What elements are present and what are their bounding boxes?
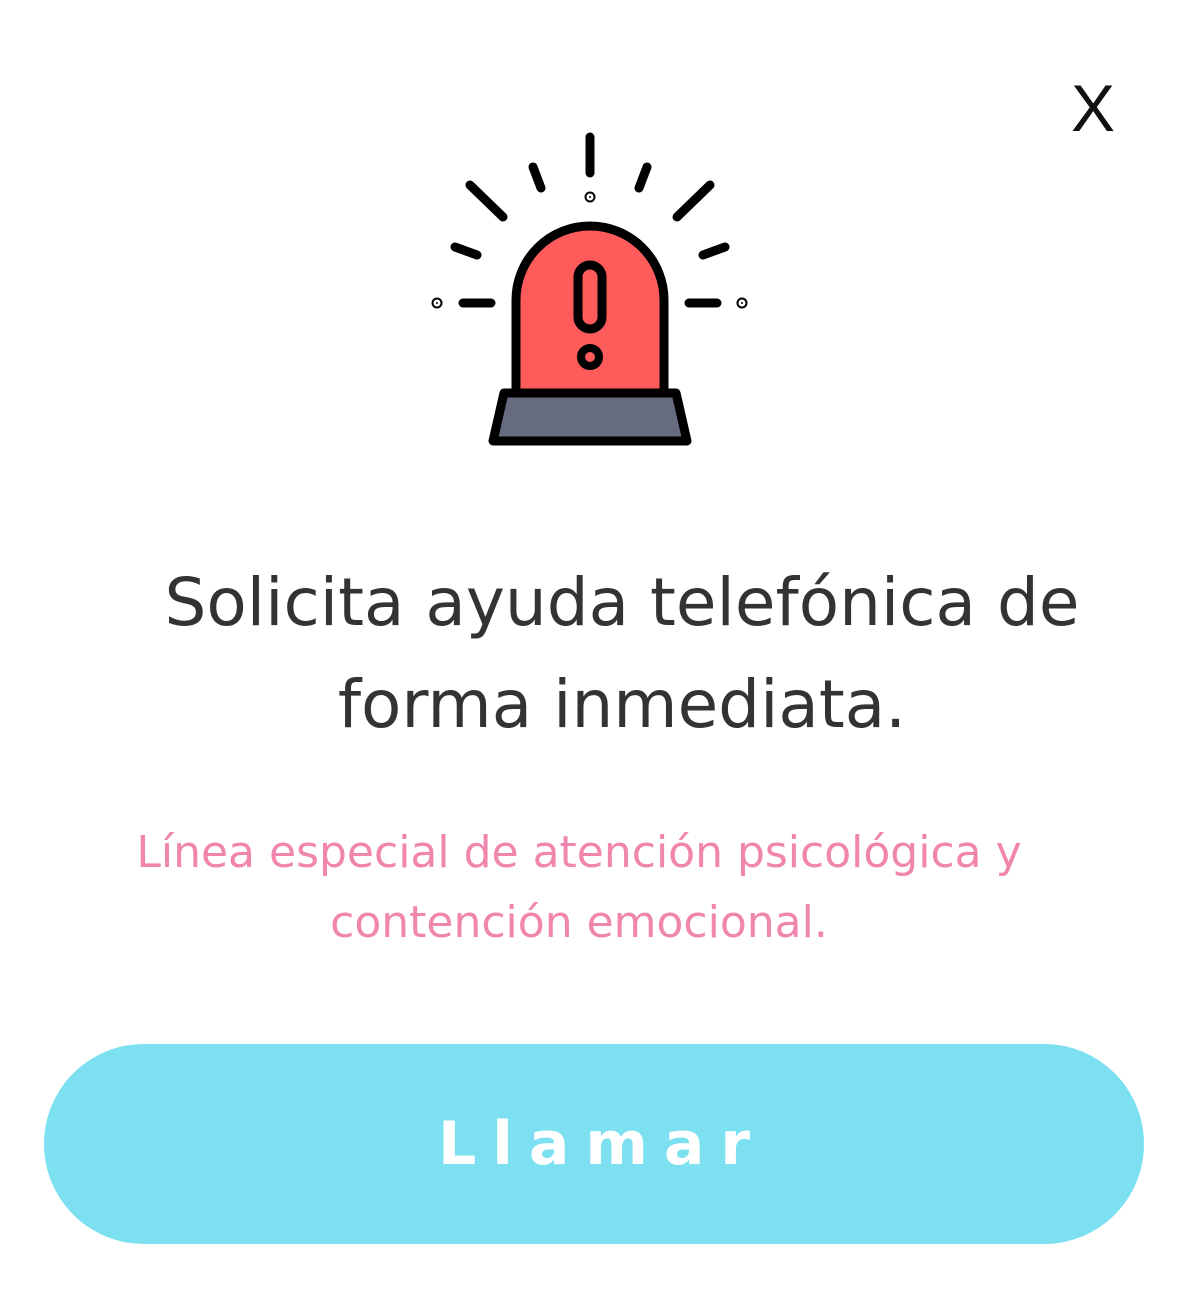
close-button[interactable]: X: [1062, 70, 1124, 146]
emergency-help-dialog: X Solicita ayuda telefónica de forma inm…: [0, 0, 1184, 1308]
alarm-siren-icon: [431, 132, 748, 446]
dialog-description: Línea especial de atención psicológica y…: [136, 827, 1022, 948]
dialog-headline: Solicita ayuda telefónica de forma inmed…: [164, 564, 1080, 743]
call-button[interactable]: Llamar: [44, 1044, 1144, 1244]
call-button-label: Llamar: [438, 1109, 766, 1179]
